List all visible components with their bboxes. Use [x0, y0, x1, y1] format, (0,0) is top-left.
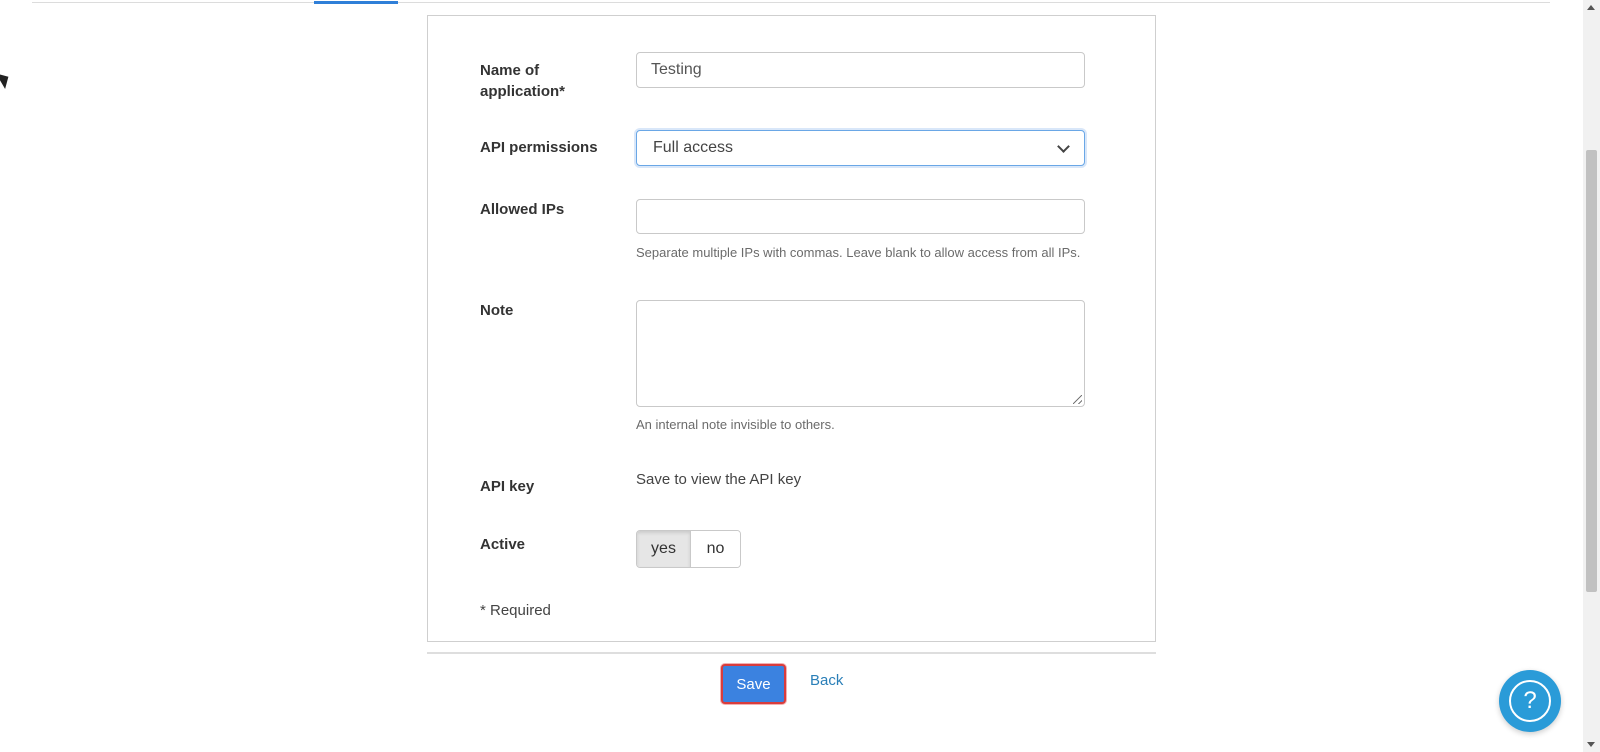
api-key-value: Save to view the API key — [636, 471, 802, 488]
resize-handle-icon[interactable] — [1073, 395, 1082, 404]
required-note: * Required — [480, 602, 551, 619]
api-permissions-select[interactable]: Full access — [636, 130, 1085, 166]
name-label: Name of application* — [480, 62, 566, 100]
allowed-ips-input[interactable] — [636, 199, 1085, 234]
scrollbar-thumb[interactable] — [1586, 150, 1597, 592]
note-help: An internal note invisible to others. — [636, 417, 835, 432]
note-textarea[interactable] — [636, 300, 1085, 407]
api-application-form: Name of application* API permissions Ful… — [427, 15, 1156, 642]
api-permissions-label: API permissions — [480, 139, 598, 156]
back-link[interactable]: Back — [810, 672, 843, 689]
help-button[interactable]: ? — [1499, 670, 1561, 732]
question-mark-icon: ? — [1509, 680, 1551, 722]
top-divider — [32, 2, 1550, 3]
allowed-ips-help: Separate multiple IPs with commas. Leave… — [636, 245, 1081, 260]
api-permissions-selected-value: Full access — [653, 139, 734, 156]
chevron-down-icon — [1057, 139, 1070, 153]
scroll-up-arrow-icon[interactable] — [1587, 5, 1595, 10]
page: Name of application* API permissions Ful… — [0, 0, 1600, 752]
active-label: Active — [480, 536, 526, 553]
application-name-input[interactable] — [636, 52, 1085, 88]
note-label: Note — [480, 302, 514, 319]
active-no-button[interactable]: no — [691, 531, 740, 567]
api-key-label: API key — [480, 478, 535, 495]
active-toggle-group: yes no — [636, 530, 741, 568]
scroll-down-arrow-icon[interactable] — [1587, 742, 1595, 747]
allowed-ips-label: Allowed IPs — [480, 201, 565, 218]
active-tab-indicator — [314, 1, 398, 4]
note-textarea-wrapper — [636, 300, 1085, 407]
mouse-cursor-icon — [0, 68, 13, 90]
save-button[interactable]: Save — [721, 664, 786, 704]
form-footer-divider — [427, 652, 1156, 654]
active-yes-button[interactable]: yes — [637, 531, 691, 567]
